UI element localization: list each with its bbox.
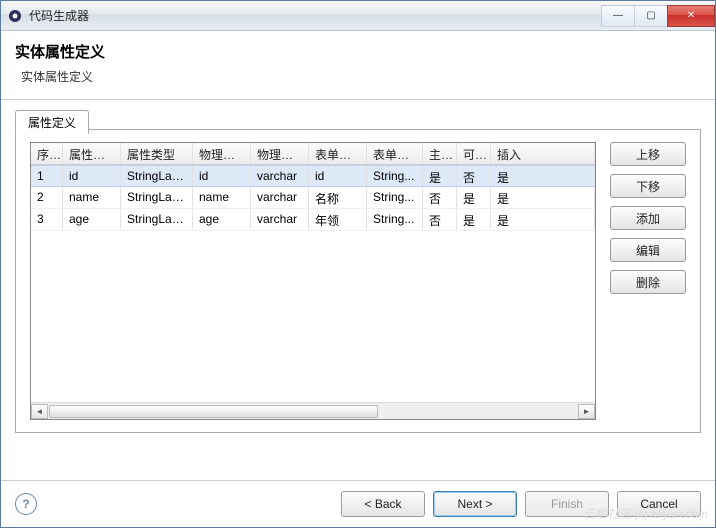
attributes-table[interactable]: 序号 属性名称 属性类型 物理列名 物理类型 表单标签 表单类型 主键 可空 插… <box>30 142 596 420</box>
help-icon[interactable]: ? <box>15 493 37 515</box>
col-seq[interactable]: 序号 <box>31 143 63 164</box>
table-cell: StringLabel <box>121 209 193 230</box>
table-cell: id <box>309 166 367 186</box>
next-button[interactable]: Next > <box>433 491 517 517</box>
wizard-header: 实体属性定义 实体属性定义 <box>1 31 715 100</box>
table-cell: 是 <box>423 166 457 186</box>
table-cell: varchar <box>251 187 309 208</box>
table-cell: 年领 <box>309 209 367 230</box>
table-cell: 是 <box>457 209 491 230</box>
content-area: 属性定义 序号 属性名称 属性类型 物理列名 物理类型 表单标签 表单类型 主键… <box>1 100 715 480</box>
minimize-button[interactable]: — <box>601 5 635 27</box>
window-controls: — ▢ ✕ <box>602 5 715 27</box>
table-cell: 名称 <box>309 187 367 208</box>
titlebar[interactable]: 代码生成器 — ▢ ✕ <box>1 1 715 31</box>
col-pk[interactable]: 主键 <box>423 143 457 164</box>
table-body: 1idStringLabelidvarcharidString...是否是2na… <box>31 165 595 402</box>
tab-panel: 序号 属性名称 属性类型 物理列名 物理类型 表单标签 表单类型 主键 可空 插… <box>15 129 701 433</box>
table-cell: 是 <box>491 209 595 230</box>
table-cell: 是 <box>491 187 595 208</box>
table-cell: 是 <box>457 187 491 208</box>
table-cell: String... <box>367 209 423 230</box>
table-cell: 3 <box>31 209 63 230</box>
table-cell: id <box>63 166 121 186</box>
table-header: 序号 属性名称 属性类型 物理列名 物理类型 表单标签 表单类型 主键 可空 插… <box>31 143 595 165</box>
table-cell: String... <box>367 166 423 186</box>
table-cell: varchar <box>251 166 309 186</box>
table-row[interactable]: 2nameStringLabelnamevarchar名称String...否是… <box>31 187 595 209</box>
delete-button[interactable]: 删除 <box>610 270 686 294</box>
col-form-label[interactable]: 表单标签 <box>309 143 367 164</box>
table-cell: 否 <box>423 187 457 208</box>
move-down-button[interactable]: 下移 <box>610 174 686 198</box>
finish-button: Finish <box>525 491 609 517</box>
col-insert[interactable]: 插入 <box>491 143 595 164</box>
table-cell: StringLabel <box>121 166 193 186</box>
table-cell: 1 <box>31 166 63 186</box>
table-cell: age <box>63 209 121 230</box>
horizontal-scrollbar[interactable]: ◄ ► <box>31 402 595 419</box>
table-cell: varchar <box>251 209 309 230</box>
scroll-left-icon[interactable]: ◄ <box>31 404 48 419</box>
table-row[interactable]: 3ageStringLabelagevarchar年领String...否是是 <box>31 209 595 231</box>
page-description: 实体属性定义 <box>15 68 701 85</box>
col-attr-type[interactable]: 属性类型 <box>121 143 193 164</box>
wizard-footer: ? < Back Next > Finish Cancel <box>1 480 715 527</box>
table-cell: 否 <box>457 166 491 186</box>
move-up-button[interactable]: 上移 <box>610 142 686 166</box>
table-cell: name <box>63 187 121 208</box>
col-phys-col[interactable]: 物理列名 <box>193 143 251 164</box>
table-cell: age <box>193 209 251 230</box>
table-cell: 是 <box>491 166 595 186</box>
tab-strip: 属性定义 <box>15 110 701 130</box>
add-button[interactable]: 添加 <box>610 206 686 230</box>
app-icon <box>7 8 23 24</box>
window-title: 代码生成器 <box>29 7 89 24</box>
scroll-track[interactable] <box>48 404 578 419</box>
table-cell: id <box>193 166 251 186</box>
col-phys-type[interactable]: 物理类型 <box>251 143 309 164</box>
table-cell: String... <box>367 187 423 208</box>
scroll-thumb[interactable] <box>49 405 378 418</box>
tab-attributes[interactable]: 属性定义 <box>15 110 89 134</box>
col-attr-name[interactable]: 属性名称 <box>63 143 121 164</box>
table-cell: 2 <box>31 187 63 208</box>
col-nullable[interactable]: 可空 <box>457 143 491 164</box>
maximize-button[interactable]: ▢ <box>634 5 668 27</box>
scroll-right-icon[interactable]: ► <box>578 404 595 419</box>
cancel-button[interactable]: Cancel <box>617 491 701 517</box>
table-cell: name <box>193 187 251 208</box>
table-cell: StringLabel <box>121 187 193 208</box>
edit-button[interactable]: 编辑 <box>610 238 686 262</box>
table-cell: 否 <box>423 209 457 230</box>
col-form-type[interactable]: 表单类型 <box>367 143 423 164</box>
back-button[interactable]: < Back <box>341 491 425 517</box>
table-row[interactable]: 1idStringLabelidvarcharidString...是否是 <box>31 165 595 187</box>
close-button[interactable]: ✕ <box>667 5 715 27</box>
page-title: 实体属性定义 <box>15 41 701 62</box>
window: 代码生成器 — ▢ ✕ 实体属性定义 实体属性定义 属性定义 序号 属性名称 属… <box>0 0 716 528</box>
side-button-panel: 上移 下移 添加 编辑 删除 <box>610 142 686 420</box>
